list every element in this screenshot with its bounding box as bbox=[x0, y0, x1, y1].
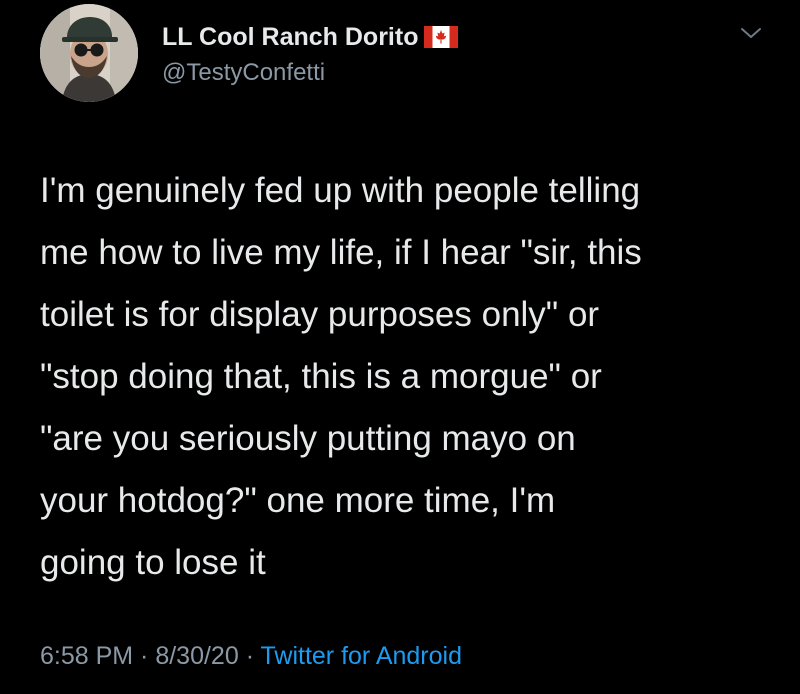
meta-separator: · bbox=[238, 642, 261, 670]
display-name-row: LL Cool Ranch Dorito bbox=[162, 20, 459, 54]
tweet-text-line: "stop doing that, this is a morgue" or bbox=[40, 357, 602, 396]
tweet-text: I'm genuinely fed up with people telling… bbox=[40, 160, 780, 594]
tweet-source-link[interactable]: Twitter for Android bbox=[261, 642, 462, 670]
display-name[interactable]: LL Cool Ranch Dorito bbox=[162, 20, 418, 54]
tweet-text-line: going to lose it bbox=[40, 543, 266, 582]
tweet-text-line: "are you seriously putting mayo on bbox=[40, 419, 576, 458]
tweet-date[interactable]: 8/30/20 bbox=[155, 642, 238, 670]
tweet-meta: 6:58 PM · 8/30/20 · Twitter for Android bbox=[40, 638, 462, 674]
tweet-time[interactable]: 6:58 PM bbox=[40, 642, 133, 670]
tweet-text-line: toilet is for display purposes only" or bbox=[40, 295, 600, 334]
avatar-image bbox=[40, 4, 138, 102]
chevron-down-icon[interactable] bbox=[738, 24, 764, 42]
tweet-text-line: me how to live my life, if I hear "sir, … bbox=[40, 233, 642, 272]
avatar[interactable] bbox=[40, 4, 138, 102]
tweet-card: LL Cool Ranch Dorito @TestyConfetti I'm … bbox=[0, 0, 800, 694]
canada-flag-icon bbox=[424, 26, 459, 48]
user-handle[interactable]: @TestyConfetti bbox=[162, 58, 325, 88]
tweet-text-line: your hotdog?" one more time, I'm bbox=[40, 481, 556, 520]
meta-separator: · bbox=[133, 642, 156, 670]
tweet-text-line: I'm genuinely fed up with people telling bbox=[40, 171, 641, 210]
